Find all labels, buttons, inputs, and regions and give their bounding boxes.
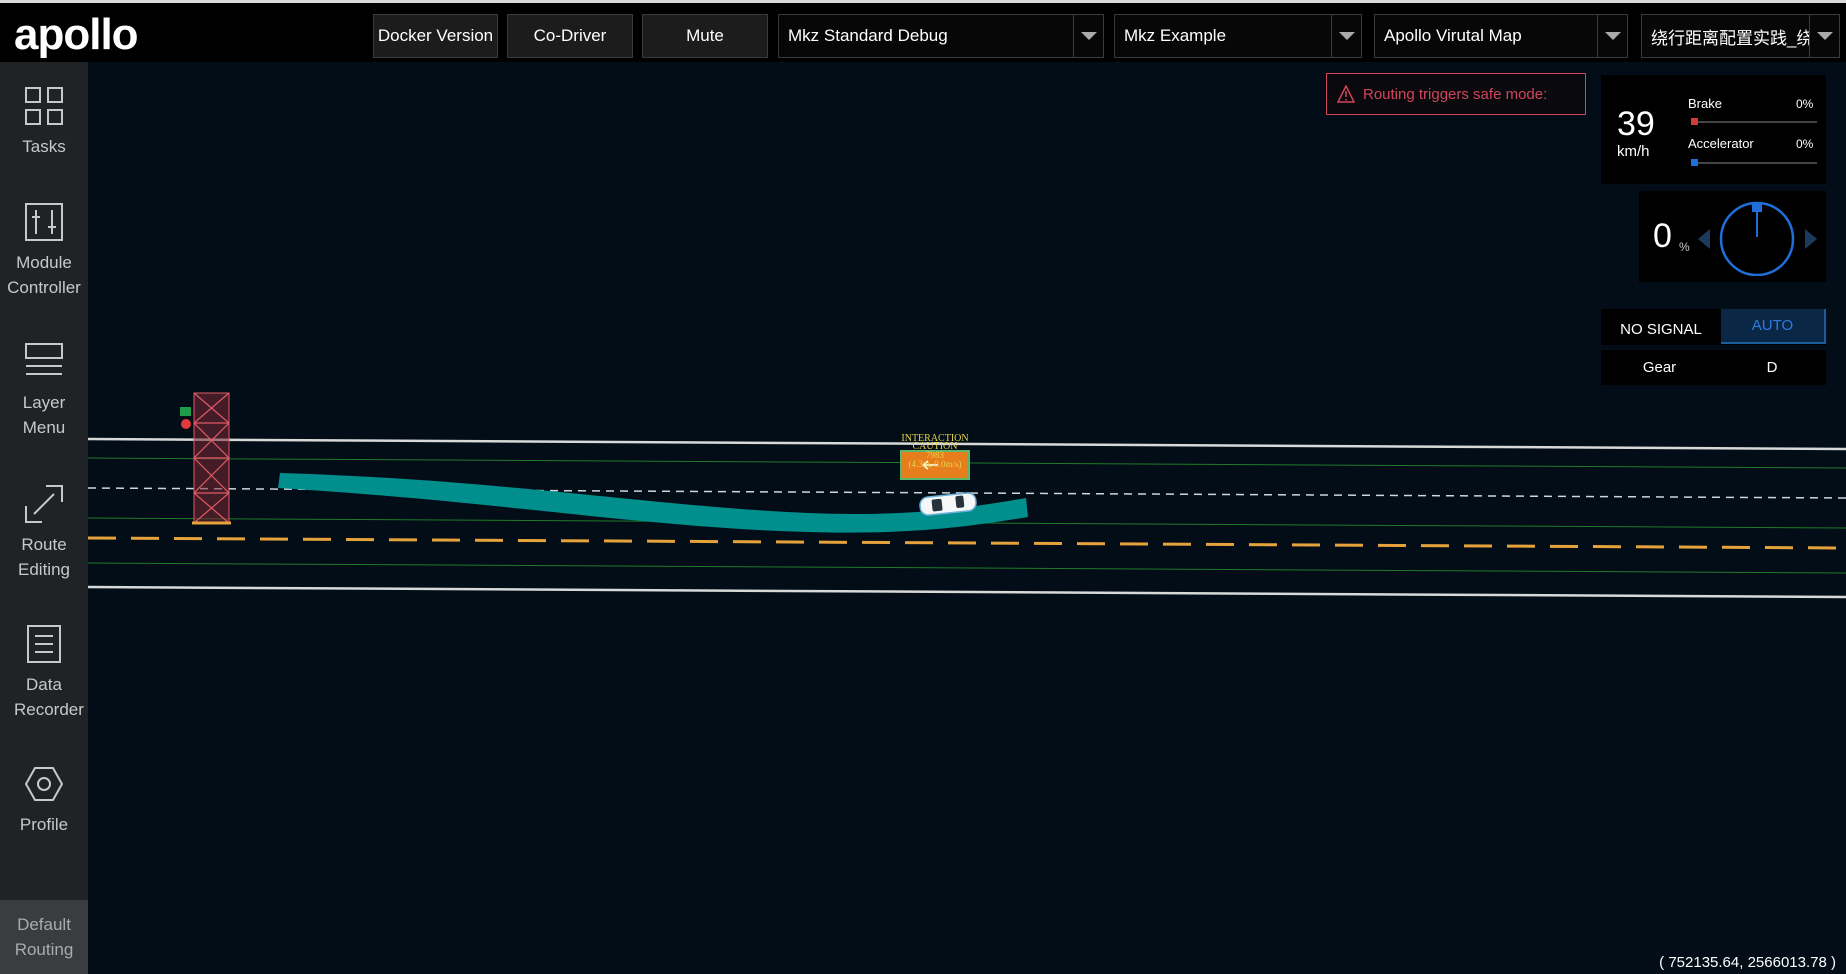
obstacle-info: (4.3m, 0.0m/s) bbox=[909, 459, 962, 469]
mode-select[interactable]: Mkz Standard Debug bbox=[778, 14, 1104, 58]
map-select[interactable]: Apollo Virutal Map bbox=[1374, 14, 1628, 58]
chevron-down-icon bbox=[1597, 15, 1627, 57]
default-routing-label: Default Routing bbox=[14, 915, 74, 959]
turn-signal-status: NO SIGNAL bbox=[1620, 320, 1702, 338]
sidebar-item-label: Route Editing bbox=[18, 535, 70, 579]
chevron-down-icon bbox=[1331, 15, 1361, 57]
sidebar-item-module-controller[interactable]: Module Controller bbox=[0, 202, 88, 300]
brake-value: 0% bbox=[1796, 97, 1814, 111]
sidebar-item-label: Profile bbox=[19, 815, 69, 834]
steering-wheel-icon bbox=[1698, 201, 1817, 276]
grid-icon bbox=[25, 87, 63, 125]
steering-panel: 0 % bbox=[1639, 191, 1826, 282]
scene-canvas[interactable]: INTERACTION CAUTION 7983 (4.3m, 0.0m/s) bbox=[88, 62, 1846, 974]
sidebar-item-label: Layer Menu bbox=[22, 393, 66, 437]
sliders-icon bbox=[25, 203, 63, 241]
scenario-select[interactable]: 绕行距离配置实践_绕行 bbox=[1641, 14, 1840, 58]
brake-bar bbox=[1691, 118, 1817, 125]
notification-text: Routing triggers safe mode: bbox=[1363, 85, 1548, 103]
sidebar: Tasks Module Controller Layer Menu Route… bbox=[0, 62, 88, 974]
speed-unit: km/h bbox=[1617, 143, 1650, 160]
vehicle-select[interactable]: Mkz Example bbox=[1114, 14, 1362, 58]
top-header: apollo Docker Version Co-Driver Mute Mkz… bbox=[0, 0, 1846, 62]
chevron-down-icon bbox=[1809, 15, 1839, 57]
stop-fence bbox=[180, 392, 231, 525]
accelerator-value: 0% bbox=[1796, 137, 1814, 151]
brake-bar-fill bbox=[1691, 118, 1698, 125]
gear-value: D bbox=[1766, 359, 1778, 376]
traffic-sign-icon bbox=[180, 407, 191, 416]
signal-panel: NO SIGNAL AUTO bbox=[1601, 309, 1826, 345]
warning-icon bbox=[1337, 85, 1355, 103]
default-routing-button[interactable]: Default Routing bbox=[0, 900, 88, 974]
vehicle-select-value: Mkz Example bbox=[1124, 26, 1227, 45]
accelerator-label: Accelerator bbox=[1688, 136, 1754, 151]
co-driver-button[interactable]: Co-Driver bbox=[507, 14, 633, 58]
sidebar-item-label: Data Recorder bbox=[14, 675, 84, 719]
scenario-select-value: 绕行距离配置实践_绕行 bbox=[1651, 28, 1831, 48]
planning-trajectory bbox=[278, 473, 1028, 533]
mute-button[interactable]: Mute bbox=[642, 14, 768, 58]
map-scene[interactable]: INTERACTION CAUTION 7983 (4.3m, 0.0m/s) bbox=[88, 62, 1846, 974]
docker-version-button[interactable]: Docker Version bbox=[373, 14, 498, 58]
obstacle-7983[interactable]: INTERACTION CAUTION 7983 (4.3m, 0.0m/s) bbox=[900, 433, 970, 480]
brake-label: Brake bbox=[1688, 96, 1722, 111]
steering-unit: % bbox=[1679, 240, 1690, 254]
layers-icon bbox=[25, 343, 63, 375]
sidebar-item-layer-menu[interactable]: Layer Menu bbox=[0, 342, 88, 440]
gear-panel: Gear D bbox=[1601, 350, 1826, 385]
coordinate-readout: ( 752135.64, 2566013.78 ) bbox=[1659, 954, 1836, 971]
sidebar-item-label: Module Controller bbox=[7, 253, 81, 297]
sidebar-item-label: Tasks bbox=[22, 137, 66, 156]
accelerator-bar bbox=[1691, 159, 1817, 166]
map-select-value: Apollo Virutal Map bbox=[1384, 26, 1522, 45]
stop-sign-icon bbox=[181, 419, 191, 429]
sidebar-item-tasks[interactable]: Tasks bbox=[0, 86, 88, 159]
sidebar-item-route-editing[interactable]: Route Editing bbox=[0, 484, 88, 582]
chevron-down-icon bbox=[1073, 15, 1103, 57]
mode-select-value: Mkz Standard Debug bbox=[788, 26, 948, 45]
yellow-lane-line bbox=[88, 536, 1846, 550]
road-edge-bottom bbox=[88, 585, 1846, 599]
drive-mode-badge: AUTO bbox=[1721, 309, 1826, 344]
steering-value: 0 bbox=[1653, 217, 1672, 255]
sidebar-item-data-recorder[interactable]: Data Recorder bbox=[0, 624, 88, 722]
apollo-logo: apollo bbox=[14, 10, 139, 59]
app-root: apollo Docker Version Co-Driver Mute Mkz… bbox=[0, 0, 1846, 974]
gear-label: Gear bbox=[1642, 359, 1677, 376]
speed-value: 39 bbox=[1617, 105, 1655, 143]
sidebar-item-profile[interactable]: Profile bbox=[0, 764, 88, 837]
route-icon bbox=[25, 485, 63, 523]
speed-panel: 39 km/h Brake 0% Accelerator 0% bbox=[1601, 75, 1826, 184]
accelerator-bar-fill bbox=[1691, 159, 1698, 166]
hexagon-icon bbox=[24, 767, 64, 801]
document-icon bbox=[27, 625, 61, 663]
safe-mode-notification: Routing triggers safe mode: bbox=[1326, 73, 1586, 115]
